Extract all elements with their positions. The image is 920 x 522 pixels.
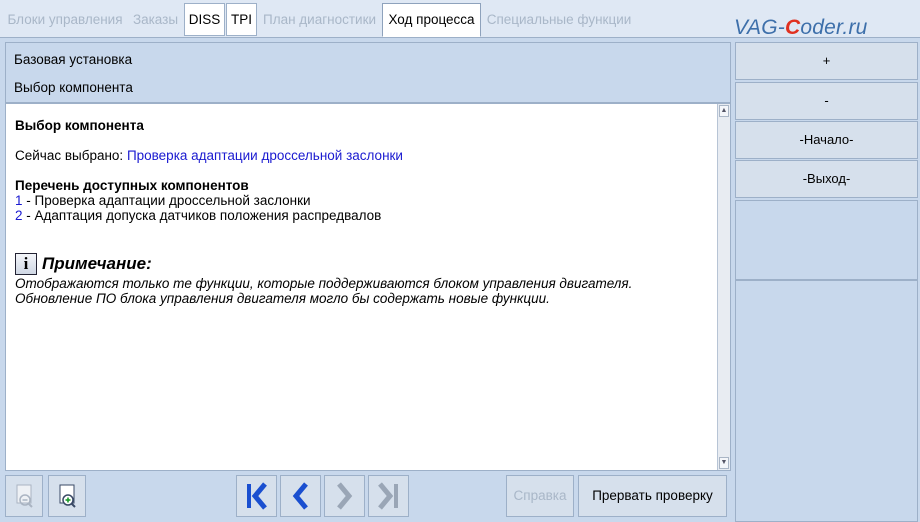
zoom-out-icon	[16, 484, 33, 508]
list-item[interactable]: 2 - Адаптация допуска датчиков положения…	[15, 208, 710, 223]
exit-button[interactable]: -Выход-	[735, 160, 918, 198]
watermark-logo: VAG-Coder.ru	[734, 16, 868, 39]
note-line-2: Обновление ПО блока управления двигателя…	[15, 291, 550, 306]
arrow-right-icon	[337, 482, 353, 510]
vertical-scrollbar[interactable]: ▲ ▼	[717, 104, 730, 470]
scroll-down-icon[interactable]: ▼	[719, 457, 729, 469]
selected-row: Сейчас выбрано: Проверка адаптации дросс…	[15, 148, 710, 163]
zoom-out-button[interactable]	[5, 475, 43, 517]
tab-tpi[interactable]: TPI	[226, 3, 257, 36]
selected-label: Сейчас выбрано:	[15, 148, 127, 163]
zoom-in-button[interactable]	[48, 475, 86, 517]
info-icon: i	[15, 253, 37, 275]
right-panel: + - -Начало- -Выход-	[733, 40, 920, 522]
tab-diagnostic-plan[interactable]: План диагностики	[258, 3, 381, 36]
plus-button[interactable]: +	[735, 42, 918, 80]
zoom-in-icon	[59, 484, 76, 508]
next-button[interactable]	[324, 475, 365, 517]
help-button[interactable]: Справка	[506, 475, 574, 517]
skip-to-start-icon	[247, 482, 267, 510]
selected-value: Проверка адаптации дроссельной заслонки	[126, 148, 403, 163]
scroll-up-icon[interactable]: ▲	[719, 105, 729, 117]
last-page-button[interactable]	[368, 475, 409, 517]
tab-control-units[interactable]: Блоки управления	[4, 3, 126, 36]
right-empty-area-lower	[735, 280, 918, 522]
right-empty-area	[735, 200, 918, 280]
tab-bar: Блоки управления Заказы DISS TPI План ди…	[0, 0, 920, 39]
tab-process[interactable]: Ход процесса	[382, 3, 481, 37]
tab-diss[interactable]: DISS	[184, 3, 225, 36]
note-title: Примечание:	[42, 254, 152, 273]
content-panel: Выбор компонента Сейчас выбрано: Проверк…	[5, 103, 731, 471]
info-header: Базовая установка Выбор компонента	[5, 42, 731, 103]
tab-special-functions[interactable]: Специальные функции	[482, 3, 636, 36]
content-title: Выбор компонента	[15, 118, 144, 133]
bottom-toolbar: Справка Прервать проверку	[0, 471, 735, 522]
tab-orders[interactable]: Заказы	[128, 3, 183, 36]
abort-test-button[interactable]: Прервать проверку	[578, 475, 727, 517]
start-button[interactable]: -Начало-	[735, 121, 918, 159]
note-header: i Примечание:	[15, 253, 710, 275]
list-item[interactable]: 1 - Проверка адаптации дроссельной засло…	[15, 193, 710, 208]
list-title: Перечень доступных компонентов	[15, 178, 249, 193]
skip-to-end-icon	[378, 482, 398, 510]
arrow-left-icon	[292, 482, 308, 510]
note-line-1: Отображаются только те функции, которые …	[15, 276, 633, 291]
previous-button[interactable]	[280, 475, 321, 517]
header-step: Выбор компонента	[14, 80, 133, 95]
first-page-button[interactable]	[236, 475, 277, 517]
header-mode: Базовая установка	[14, 52, 133, 67]
minus-button[interactable]: -	[735, 82, 918, 120]
